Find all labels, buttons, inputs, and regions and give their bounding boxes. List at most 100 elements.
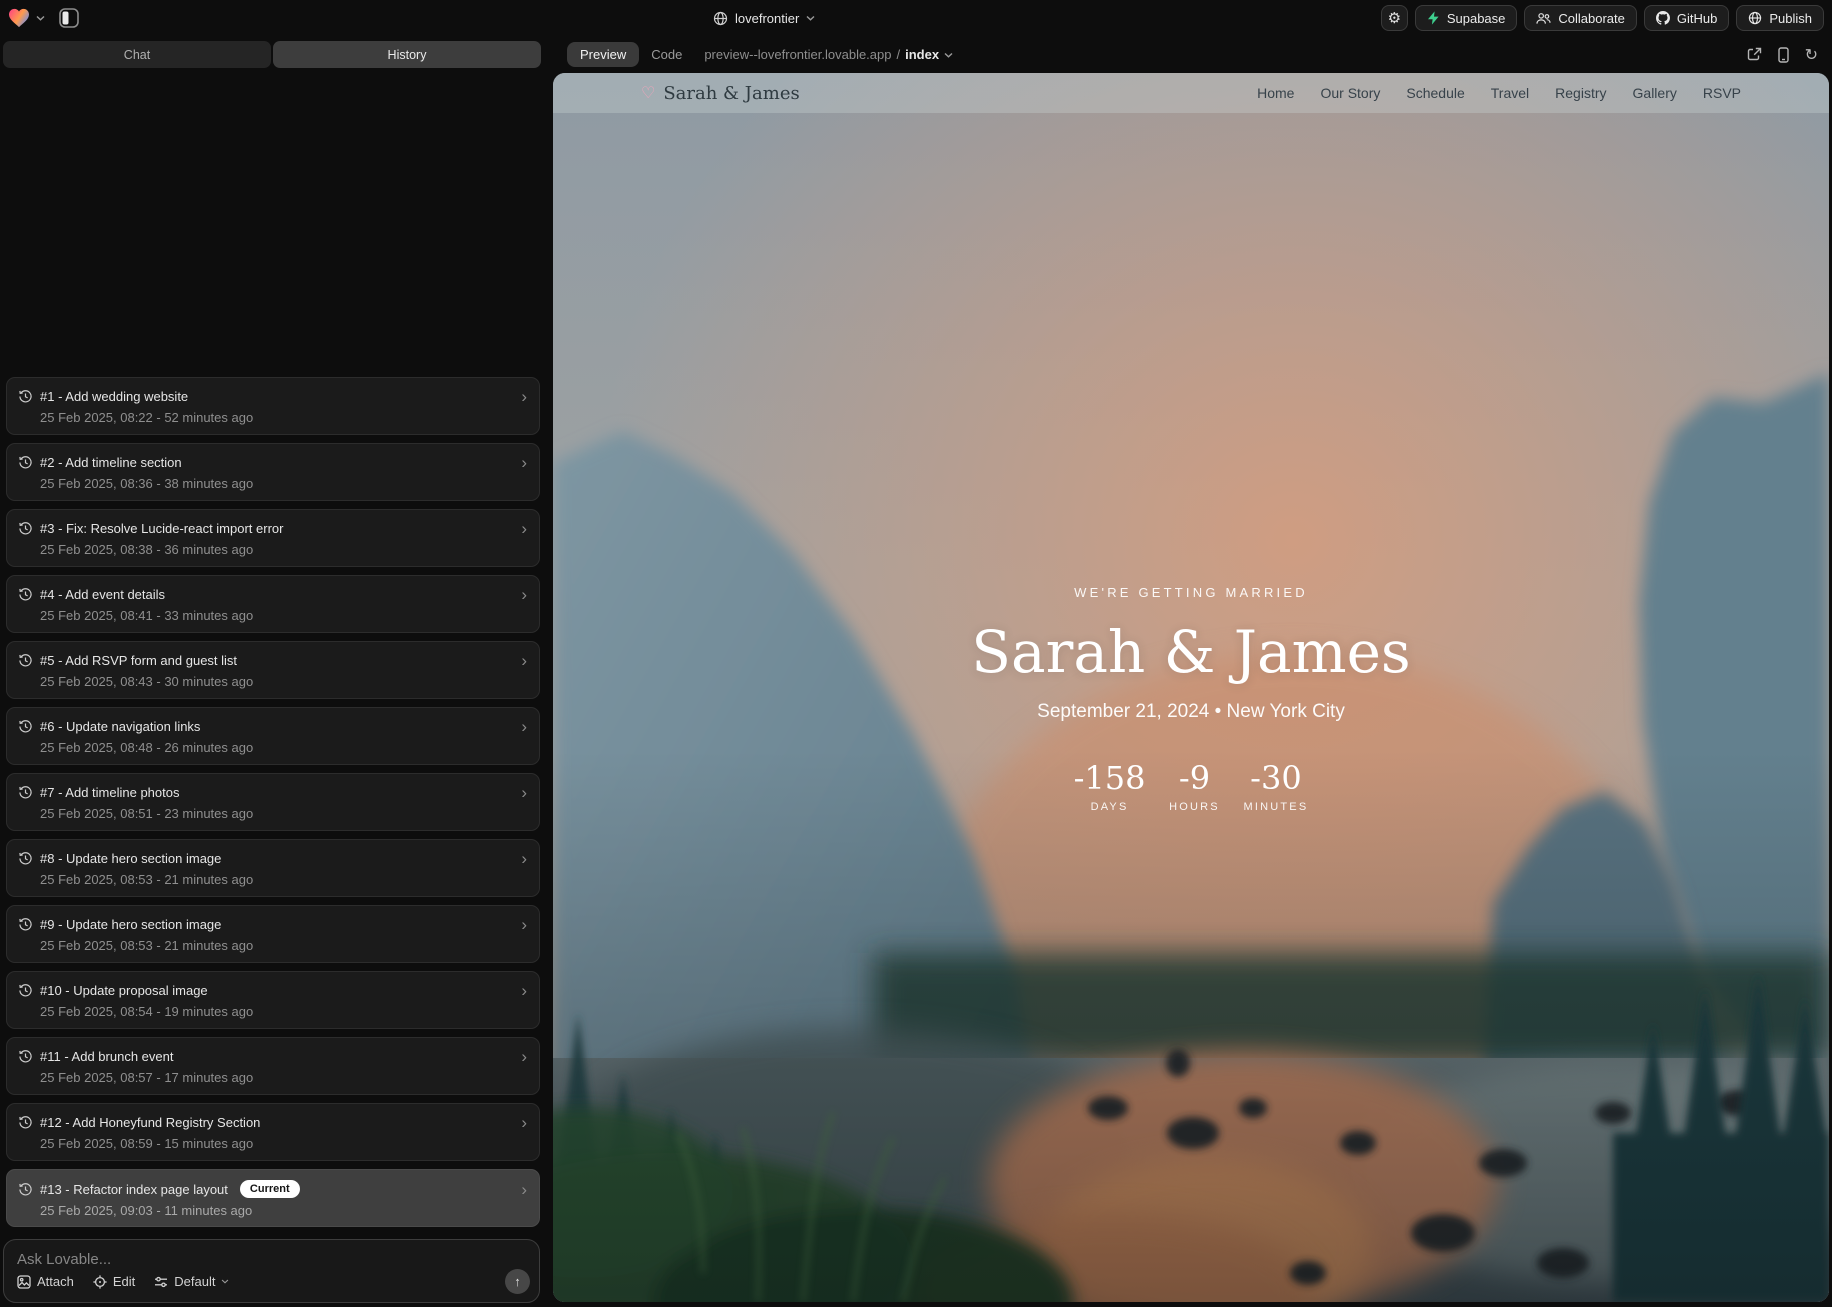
history-item[interactable]: #1 - Add wedding website › 25 Feb 2025, … bbox=[6, 377, 540, 435]
site-nav-link[interactable]: Gallery bbox=[1633, 85, 1677, 101]
url-chevron-down-icon bbox=[944, 52, 953, 58]
settings-button[interactable]: ⚙ bbox=[1381, 5, 1408, 31]
supabase-icon bbox=[1427, 11, 1440, 25]
history-item[interactable]: #7 - Add timeline photos › 25 Feb 2025, … bbox=[6, 773, 540, 831]
site-nav-link[interactable]: Home bbox=[1257, 85, 1294, 101]
chevron-right-icon: › bbox=[521, 850, 527, 867]
project-globe-icon bbox=[713, 11, 728, 26]
history-restore-icon bbox=[19, 852, 32, 865]
refresh-icon[interactable]: ↻ bbox=[1805, 45, 1818, 65]
countdown-value: -30 bbox=[1243, 759, 1308, 797]
mode-selector[interactable]: Default bbox=[154, 1274, 229, 1289]
preview-url-selector[interactable]: preview--lovefrontier.lovable.app / inde… bbox=[704, 47, 953, 62]
history-item-title: #4 - Add event details bbox=[40, 587, 165, 602]
chevron-right-icon: › bbox=[521, 388, 527, 405]
chevron-right-icon: › bbox=[521, 1114, 527, 1131]
chevron-right-icon: › bbox=[521, 586, 527, 603]
tab-code[interactable]: Code bbox=[651, 47, 682, 62]
github-button[interactable]: GitHub bbox=[1644, 5, 1729, 31]
history-item-timestamp: 25 Feb 2025, 08:38 - 36 minutes ago bbox=[40, 542, 527, 557]
logo-chevron-down-icon[interactable] bbox=[36, 15, 45, 21]
countdown-label: HOURS bbox=[1165, 801, 1223, 813]
tab-history[interactable]: History bbox=[273, 41, 541, 68]
open-external-icon[interactable] bbox=[1747, 47, 1762, 62]
history-item-title: #5 - Add RSVP form and guest list bbox=[40, 653, 237, 668]
history-restore-icon bbox=[19, 918, 32, 931]
tab-preview[interactable]: Preview bbox=[567, 42, 639, 67]
countdown-label: MINUTES bbox=[1243, 801, 1308, 813]
history-item-title: #13 - Refactor index page layout bbox=[40, 1182, 228, 1197]
site-brand[interactable]: ♡ Sarah & James bbox=[641, 83, 800, 104]
target-icon bbox=[93, 1275, 107, 1289]
site-nav-link[interactable]: RSVP bbox=[1703, 85, 1741, 101]
countdown-value: -158 bbox=[1074, 759, 1146, 797]
heart-icon: ♡ bbox=[641, 83, 655, 103]
attach-button[interactable]: Attach bbox=[17, 1274, 74, 1289]
history-restore-icon bbox=[19, 588, 32, 601]
site-preview-frame: ♡ Sarah & James Home Our Story Schedule … bbox=[553, 73, 1829, 1302]
current-badge: Current bbox=[240, 1180, 300, 1198]
prompt-input[interactable]: Ask Lovable... bbox=[17, 1251, 111, 1268]
history-item-title: #3 - Fix: Resolve Lucide-react import er… bbox=[40, 521, 283, 536]
site-nav: Home Our Story Schedule Travel Registry … bbox=[1257, 85, 1741, 101]
history-item-timestamp: 25 Feb 2025, 08:43 - 30 minutes ago bbox=[40, 674, 527, 689]
history-item[interactable]: #4 - Add event details › 25 Feb 2025, 08… bbox=[6, 575, 540, 633]
history-item-timestamp: 25 Feb 2025, 08:57 - 17 minutes ago bbox=[40, 1070, 527, 1085]
history-item[interactable]: #2 - Add timeline section › 25 Feb 2025,… bbox=[6, 443, 540, 501]
mobile-view-icon[interactable] bbox=[1778, 47, 1789, 63]
history-item[interactable]: #5 - Add RSVP form and guest list › 25 F… bbox=[6, 641, 540, 699]
history-item-title: #12 - Add Honeyfund Registry Section bbox=[40, 1115, 260, 1130]
site-nav-link[interactable]: Our Story bbox=[1320, 85, 1380, 101]
hero-eyebrow: WE'RE GETTING MARRIED bbox=[553, 585, 1829, 600]
github-icon bbox=[1656, 11, 1670, 25]
history-item-timestamp: 25 Feb 2025, 08:22 - 52 minutes ago bbox=[40, 410, 527, 425]
history-item-title: #11 - Add brunch event bbox=[40, 1049, 173, 1064]
gear-icon: ⚙ bbox=[1388, 9, 1401, 27]
countdown-unit: -30 MINUTES bbox=[1243, 759, 1308, 813]
collaborate-button[interactable]: Collaborate bbox=[1524, 5, 1637, 31]
chevron-right-icon: › bbox=[521, 1181, 527, 1198]
history-restore-icon bbox=[19, 522, 32, 535]
history-item[interactable]: #9 - Update hero section image › 25 Feb … bbox=[6, 905, 540, 963]
history-item-timestamp: 25 Feb 2025, 08:54 - 19 minutes ago bbox=[40, 1004, 527, 1019]
site-nav-link[interactable]: Travel bbox=[1491, 85, 1529, 101]
tab-chat[interactable]: Chat bbox=[3, 41, 271, 68]
send-button[interactable]: ↑ bbox=[505, 1269, 530, 1294]
countdown: -158 DAYS -9 HOURS -30 MINUTES bbox=[553, 759, 1829, 813]
history-restore-icon bbox=[19, 456, 32, 469]
history-item-timestamp: 25 Feb 2025, 08:48 - 26 minutes ago bbox=[40, 740, 527, 755]
site-nav-link[interactable]: Registry bbox=[1555, 85, 1606, 101]
history-item-timestamp: 25 Feb 2025, 08:51 - 23 minutes ago bbox=[40, 806, 527, 821]
history-item[interactable]: #11 - Add brunch event › 25 Feb 2025, 08… bbox=[6, 1037, 540, 1095]
edit-select-button[interactable]: Edit bbox=[93, 1274, 135, 1289]
countdown-unit: -158 DAYS bbox=[1074, 759, 1146, 813]
chevron-right-icon: › bbox=[521, 916, 527, 933]
history-item[interactable]: #12 - Add Honeyfund Registry Section › 2… bbox=[6, 1103, 540, 1161]
history-item[interactable]: #13 - Refactor index page layout Current… bbox=[6, 1169, 540, 1227]
history-item[interactable]: #6 - Update navigation links › 25 Feb 20… bbox=[6, 707, 540, 765]
chevron-right-icon: › bbox=[521, 784, 527, 801]
app-topbar: lovefrontier ⚙ Supabase Collaborate bbox=[0, 0, 1832, 36]
countdown-label: DAYS bbox=[1074, 801, 1146, 813]
lovable-logo-icon[interactable] bbox=[8, 8, 30, 28]
project-name: lovefrontier bbox=[735, 11, 799, 26]
project-switcher[interactable]: lovefrontier bbox=[713, 0, 815, 36]
history-item-title: #1 - Add wedding website bbox=[40, 389, 188, 404]
site-nav-link[interactable]: Schedule bbox=[1406, 85, 1464, 101]
supabase-button[interactable]: Supabase bbox=[1415, 5, 1518, 31]
site-header: ♡ Sarah & James Home Our Story Schedule … bbox=[553, 73, 1829, 113]
publish-button[interactable]: Publish bbox=[1736, 5, 1824, 31]
prompt-composer[interactable]: Ask Lovable... Attach bbox=[3, 1239, 540, 1303]
history-item-timestamp: 25 Feb 2025, 08:59 - 15 minutes ago bbox=[40, 1136, 527, 1151]
history-item-title: #10 - Update proposal image bbox=[40, 983, 208, 998]
history-restore-icon bbox=[19, 786, 32, 799]
chevron-right-icon: › bbox=[521, 982, 527, 999]
hero-date-location: September 21, 2024 • New York City bbox=[553, 701, 1829, 723]
history-restore-icon bbox=[19, 1116, 32, 1129]
mode-chevron-down-icon bbox=[221, 1279, 229, 1284]
history-item[interactable]: #8 - Update hero section image › 25 Feb … bbox=[6, 839, 540, 897]
history-item[interactable]: #3 - Fix: Resolve Lucide-react import er… bbox=[6, 509, 540, 567]
sidebar-toggle-button[interactable] bbox=[59, 8, 79, 28]
history-item[interactable]: #10 - Update proposal image › 25 Feb 202… bbox=[6, 971, 540, 1029]
chat-sidebar: Chat History #1 - Add wedding website › bbox=[0, 36, 546, 1307]
